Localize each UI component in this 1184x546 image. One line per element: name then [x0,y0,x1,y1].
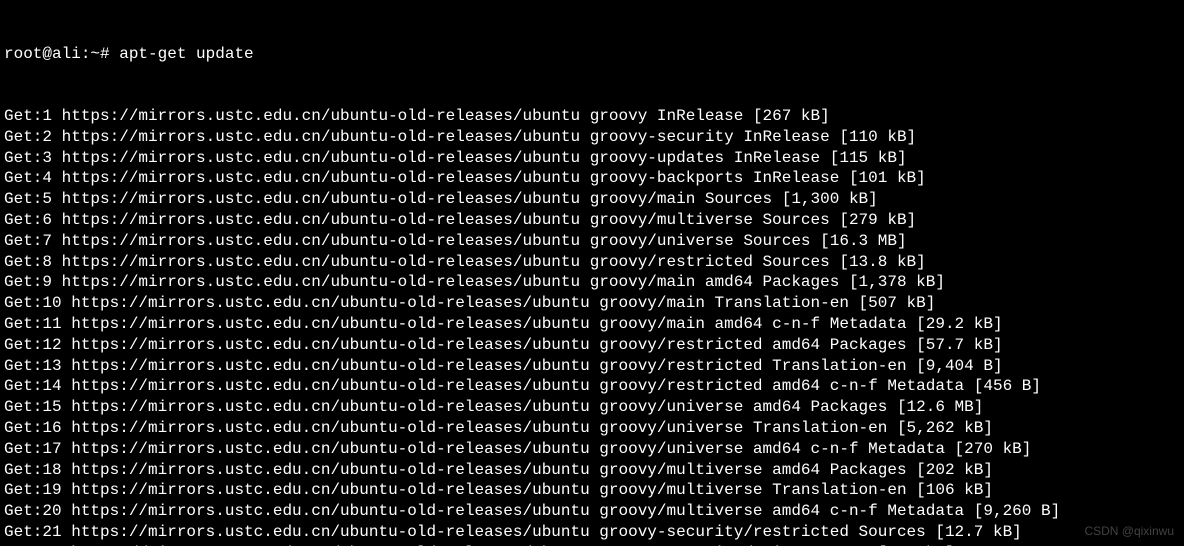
apt-get-line: Get:7 https://mirrors.ustc.edu.cn/ubuntu… [4,231,1180,252]
apt-get-line: Get:5 https://mirrors.ustc.edu.cn/ubuntu… [4,189,1180,210]
shell-prompt: root@ali:~# [4,45,119,63]
apt-get-line: Get:19 https://mirrors.ustc.edu.cn/ubunt… [4,480,1180,501]
apt-get-line: Get:9 https://mirrors.ustc.edu.cn/ubuntu… [4,272,1180,293]
apt-get-line: Get:21 https://mirrors.ustc.edu.cn/ubunt… [4,522,1180,543]
shell-command: apt-get update [119,45,253,63]
apt-get-line: Get:13 https://mirrors.ustc.edu.cn/ubunt… [4,356,1180,377]
apt-get-line: Get:15 https://mirrors.ustc.edu.cn/ubunt… [4,397,1180,418]
apt-get-line: Get:2 https://mirrors.ustc.edu.cn/ubuntu… [4,127,1180,148]
apt-get-line: Get:20 https://mirrors.ustc.edu.cn/ubunt… [4,501,1180,522]
apt-get-line: Get:14 https://mirrors.ustc.edu.cn/ubunt… [4,376,1180,397]
apt-get-line: Get:8 https://mirrors.ustc.edu.cn/ubuntu… [4,252,1180,273]
apt-get-line: Get:16 https://mirrors.ustc.edu.cn/ubunt… [4,418,1180,439]
apt-get-line: Get:6 https://mirrors.ustc.edu.cn/ubuntu… [4,210,1180,231]
terminal-output[interactable]: root@ali:~# apt-get update Get:1 https:/… [0,0,1184,546]
apt-get-line: Get:10 https://mirrors.ustc.edu.cn/ubunt… [4,293,1180,314]
apt-get-line: Get:11 https://mirrors.ustc.edu.cn/ubunt… [4,314,1180,335]
apt-get-line: Get:3 https://mirrors.ustc.edu.cn/ubuntu… [4,148,1180,169]
apt-get-line: Get:1 https://mirrors.ustc.edu.cn/ubuntu… [4,106,1180,127]
prompt-line: root@ali:~# apt-get update [4,44,1180,65]
apt-get-line: Get:17 https://mirrors.ustc.edu.cn/ubunt… [4,439,1180,460]
apt-get-line: Get:4 https://mirrors.ustc.edu.cn/ubuntu… [4,168,1180,189]
apt-get-line: Get:18 https://mirrors.ustc.edu.cn/ubunt… [4,460,1180,481]
apt-get-line: Get:12 https://mirrors.ustc.edu.cn/ubunt… [4,335,1180,356]
